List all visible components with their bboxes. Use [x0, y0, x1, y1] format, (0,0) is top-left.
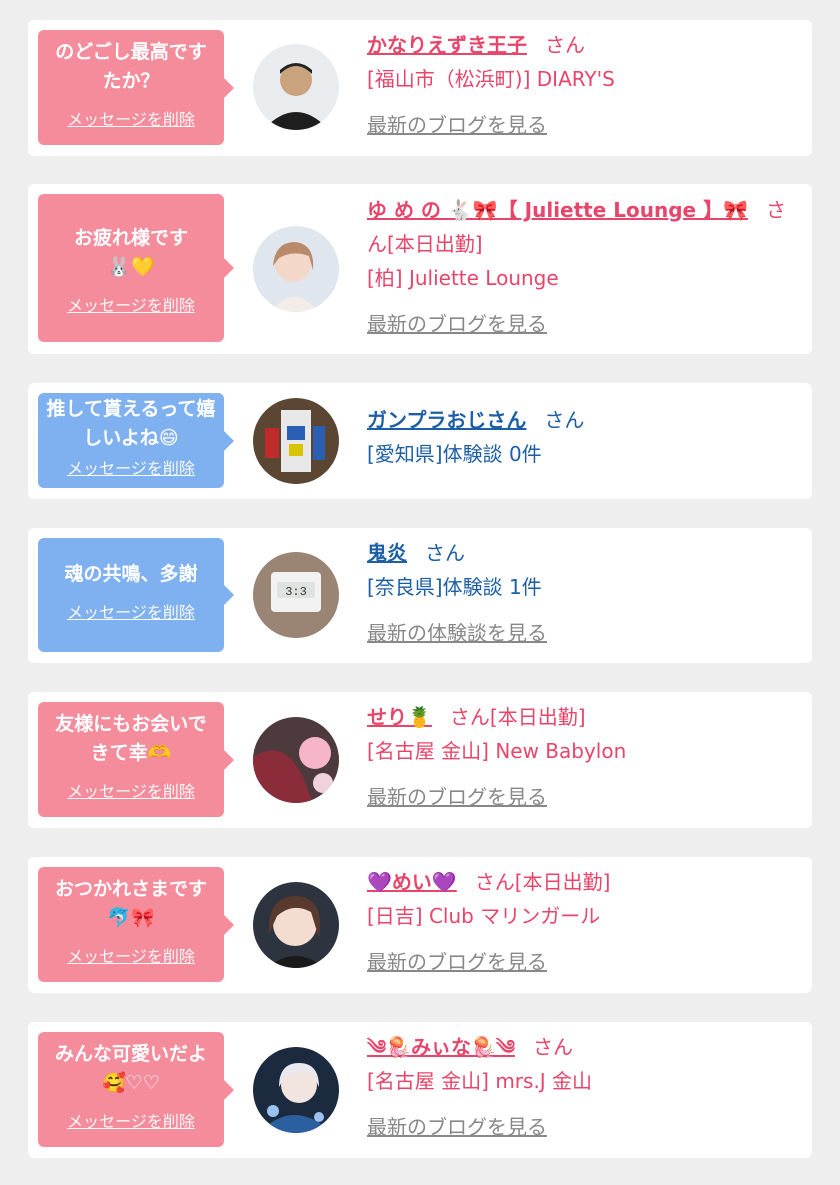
message-bubble: のどごし最高ですたか？ メッセージを削除 — [38, 30, 234, 145]
user-name-link[interactable]: せり🍍 — [367, 705, 432, 729]
user-info: せり🍍 さん[本日出勤] [名古屋 金山] New Babylon 最新のブログを… — [367, 700, 792, 814]
user-name-link[interactable]: ༄🪼みぃな🪼༄ — [367, 1035, 515, 1059]
message-card: 魂の共鳴、多謝 メッセージを削除 3:3 鬼炎 さん [奈良県]体験談 1件 最新… — [28, 528, 812, 663]
user-detail: [日吉] Club マリンガール — [367, 904, 601, 928]
message-bubble: みんな可愛いだよ🥰♡♡ メッセージを削除 — [38, 1032, 234, 1147]
message-bubble: 魂の共鳴、多謝 メッセージを削除 — [38, 538, 234, 652]
honorific: さん[本日出勤] — [449, 705, 586, 729]
user-name-link[interactable]: かなりえずき王子 — [367, 33, 527, 57]
message-text: 魂の共鳴、多謝 — [64, 563, 198, 585]
user-detail: [名古屋 金山] New Babylon — [367, 739, 627, 763]
user-detail: [福山市（松浜町)] DIARY'S — [367, 67, 615, 91]
message-card: お疲れ様です🐰💛 メッセージを削除 ゆ め の 🐇🎀【 Juliette Lou… — [28, 184, 812, 354]
honorific: さん — [544, 408, 585, 432]
message-text: 友様にもお会いできて幸🫶 — [55, 713, 207, 764]
avatar[interactable] — [253, 398, 339, 484]
honorific: さ — [765, 198, 786, 222]
user-name-link[interactable]: ガンプラおじさん — [367, 408, 526, 432]
message-text: のどごし最高ですたか？ — [55, 41, 207, 92]
delete-message-link[interactable]: メッセージを削除 — [46, 292, 216, 316]
user-info: かなりえずき王子 さん [福山市（松浜町)] DIARY'S 最新のブログを見る — [367, 28, 792, 142]
user-info: ༄🪼みぃな🪼༄ さん [名古屋 金山] mrs.J 金山 最新のブログを見る — [367, 1030, 792, 1144]
user-name-link[interactable]: 💜めい💜 — [367, 870, 457, 894]
avatar[interactable] — [253, 1047, 339, 1133]
delete-message-link[interactable]: メッセージを削除 — [46, 1108, 216, 1132]
latest-blog-link[interactable]: 最新のブログを見る — [367, 785, 547, 809]
latest-blog-link[interactable]: 最新のブログを見る — [367, 312, 547, 336]
honorific: さん[本日出勤] — [474, 870, 611, 894]
message-card: おつかれさまです🐬🎀 メッセージを削除 💜めい💜 さん[本日出勤] [日吉] Cl… — [28, 857, 812, 993]
delete-message-link[interactable]: メッセージを削除 — [46, 943, 216, 967]
delete-message-link[interactable]: メッセージを削除 — [46, 778, 216, 802]
avatar[interactable] — [253, 44, 339, 130]
message-card: 友様にもお会いできて幸🫶 メッセージを削除 せり🍍 さん[本日出勤] [名古屋 金… — [28, 692, 812, 828]
honorific: さん — [533, 1035, 574, 1059]
delete-message-link[interactable]: メッセージを削除 — [46, 599, 216, 623]
avatar[interactable] — [253, 226, 339, 312]
message-bubble: 推して貰えるって嬉しいよね😄 メッセージを削除 — [38, 393, 234, 488]
honorific: さん — [545, 33, 585, 57]
avatar[interactable] — [253, 882, 339, 968]
user-detail: [奈良県]体験談 1件 — [367, 575, 542, 599]
message-bubble: おつかれさまです🐬🎀 メッセージを削除 — [38, 867, 234, 982]
user-name-link[interactable]: ゆ め の 🐇🎀【 Juliette Lounge 】🎀 — [367, 198, 748, 222]
user-info: 鬼炎 さん [奈良県]体験談 1件 最新の体験談を見る — [367, 536, 792, 650]
user-detail: [柏] Juliette Lounge — [367, 266, 559, 290]
user-detail: [愛知県]体験談 0件 — [367, 442, 542, 466]
message-text: みんな可愛いだよ🥰♡♡ — [54, 1043, 207, 1094]
avatar[interactable] — [253, 717, 339, 803]
message-list: のどごし最高ですたか？ メッセージを削除 かなりえずき王子 さん [福山市（松浜町… — [0, 0, 840, 1185]
message-card: みんな可愛いだよ🥰♡♡ メッセージを削除 ༄🪼みぃな🪼༄ さん [名古屋 金山] … — [28, 1022, 812, 1158]
message-card: のどごし最高ですたか？ メッセージを削除 かなりえずき王子 さん [福山市（松浜町… — [28, 20, 812, 156]
user-info: ガンプラおじさん さん [愛知県]体験談 0件 — [367, 403, 792, 471]
message-card: 推して貰えるって嬉しいよね😄 メッセージを削除 ガンプラおじさん さん [愛知県]… — [28, 383, 812, 499]
svg-text:3:3: 3:3 — [285, 585, 307, 599]
latest-blog-link[interactable]: 最新のブログを見る — [367, 950, 547, 974]
work-status: ん[本日出勤] — [367, 232, 483, 256]
delete-message-link[interactable]: メッセージを削除 — [46, 455, 216, 479]
latest-reviews-link[interactable]: 最新の体験談を見る — [367, 621, 547, 645]
message-bubble: 友様にもお会いできて幸🫶 メッセージを削除 — [38, 702, 234, 817]
latest-blog-link[interactable]: 最新のブログを見る — [367, 113, 547, 137]
honorific: さん — [425, 541, 465, 565]
user-name-link[interactable]: 鬼炎 — [367, 541, 407, 565]
message-text: お疲れ様です🐰💛 — [73, 227, 188, 278]
user-info: ゆ め の 🐇🎀【 Juliette Lounge 】🎀 さ ん[本日出勤] [柏… — [367, 193, 792, 341]
message-bubble: お疲れ様です🐰💛 メッセージを削除 — [38, 194, 234, 342]
delete-message-link[interactable]: メッセージを削除 — [46, 106, 216, 130]
user-info: 💜めい💜 さん[本日出勤] [日吉] Club マリンガール 最新のブログを見る — [367, 865, 792, 979]
latest-blog-link[interactable]: 最新のブログを見る — [367, 1115, 547, 1139]
avatar[interactable]: 3:3 — [253, 552, 339, 638]
user-detail: [名古屋 金山] mrs.J 金山 — [367, 1069, 593, 1093]
message-text: おつかれさまです🐬🎀 — [54, 878, 207, 929]
message-text: 推して貰えるって嬉しいよね😄 — [46, 398, 216, 449]
